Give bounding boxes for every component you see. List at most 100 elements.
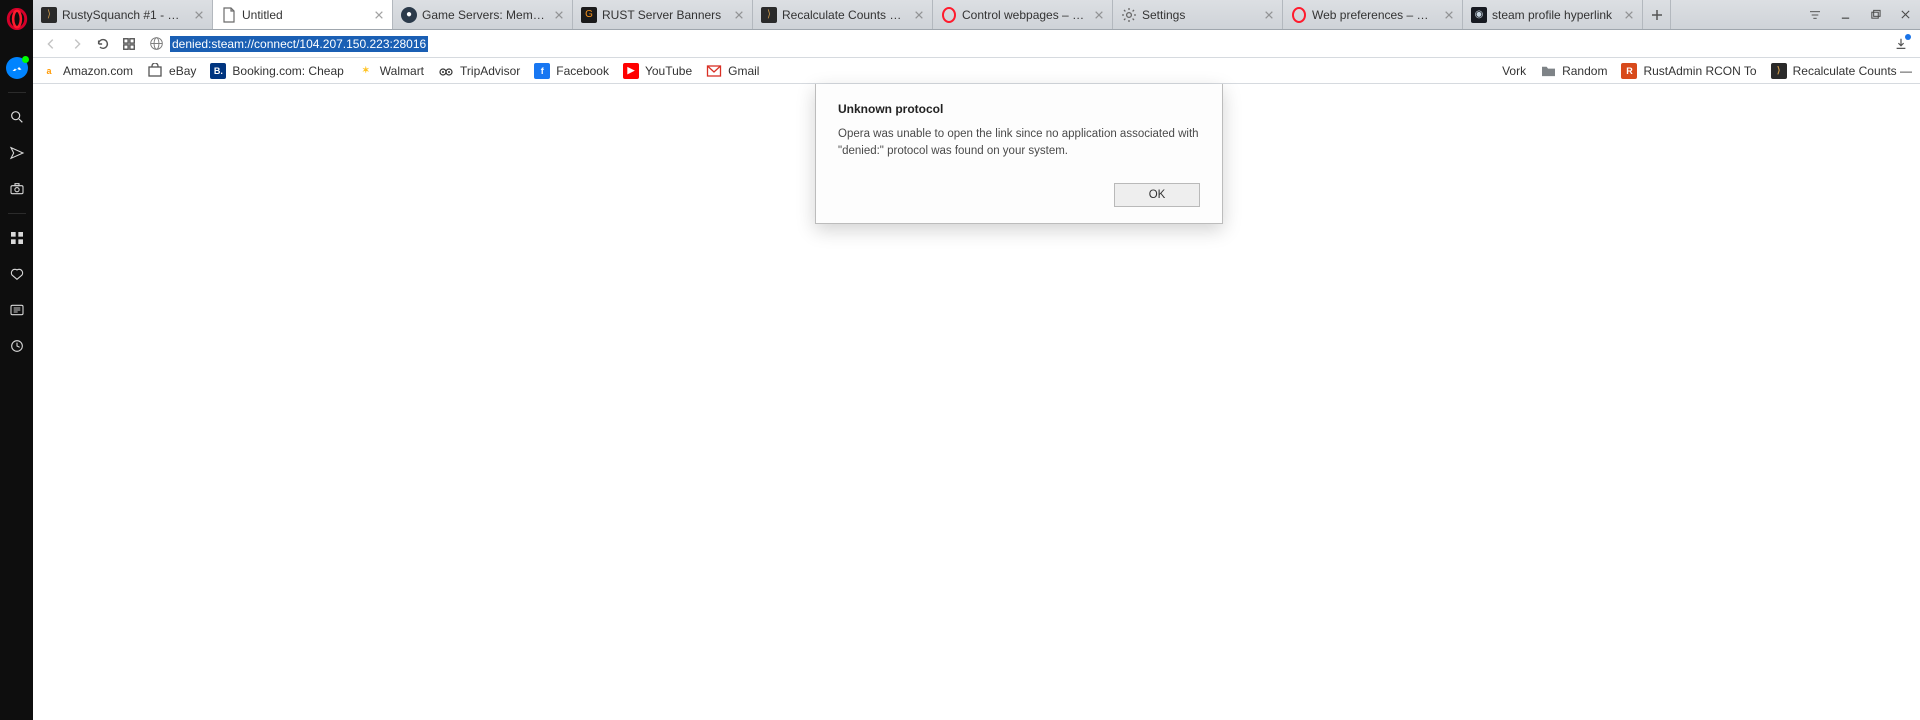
bookmark-booking[interactable]: B. Booking.com: Cheap (210, 63, 343, 79)
tab-game-servers[interactable]: ● Game Servers: Members (393, 0, 573, 29)
bookmarks-icon[interactable] (0, 256, 33, 292)
gear-icon (1121, 7, 1137, 23)
bookmark-facebook[interactable]: f Facebook (534, 63, 609, 79)
notification-dot-icon (1905, 34, 1911, 40)
favicon-icon: ⟩ (41, 7, 57, 23)
new-tab-button[interactable] (1643, 0, 1671, 29)
favicon-icon: ⟩ (1771, 63, 1787, 79)
tab-close-icon[interactable] (192, 8, 206, 22)
window-close-button[interactable] (1890, 0, 1920, 30)
easy-setup-icon[interactable] (1800, 0, 1830, 29)
amazon-icon: a (41, 63, 57, 79)
dialog-ok-button[interactable]: OK (1114, 183, 1200, 207)
tab-close-icon[interactable] (912, 8, 926, 22)
tab-rustysquanch[interactable]: ⟩ RustySquanch #1 - Serv (33, 0, 213, 29)
tab-close-icon[interactable] (1262, 8, 1276, 22)
downloads-button[interactable] (1888, 32, 1914, 56)
bookmark-label: Amazon.com (63, 64, 133, 78)
tab-control-webpages[interactable]: Control webpages – Ope (933, 0, 1113, 29)
history-icon[interactable] (0, 328, 33, 364)
window-minimize-button[interactable] (1830, 0, 1860, 30)
tab-close-icon[interactable] (372, 8, 386, 22)
tab-settings[interactable]: Settings (1113, 0, 1283, 29)
favicon-icon: ● (401, 7, 417, 23)
snapshot-icon[interactable] (0, 171, 33, 207)
address-bar: denied:steam://connect/104.207.150.223:2… (33, 30, 1920, 58)
bookmark-gmail[interactable]: Gmail (706, 63, 759, 79)
bookmark-recalc[interactable]: ⟩ Recalculate Counts — (1771, 63, 1912, 79)
tab-title: Game Servers: Members (422, 8, 547, 22)
tab-untitled[interactable]: Untitled (213, 0, 393, 29)
dialog-body: Opera was unable to open the link since … (838, 126, 1200, 159)
dialog-title: Unknown protocol (838, 102, 1200, 116)
protocol-error-dialog: Unknown protocol Opera was unable to ope… (815, 84, 1223, 224)
tab-close-icon[interactable] (1442, 8, 1456, 22)
opera-favicon-icon (941, 7, 957, 23)
window-maximize-button[interactable] (1860, 0, 1890, 30)
tab-title: Control webpages – Ope (962, 8, 1087, 22)
tab-title: Settings (1142, 8, 1257, 22)
sidebar-divider (8, 92, 26, 93)
globe-icon (149, 36, 164, 51)
gmail-icon (706, 63, 722, 79)
left-sidebar (0, 0, 33, 720)
url-text: denied:steam://connect/104.207.150.223:2… (170, 36, 428, 52)
forward-button[interactable] (65, 32, 89, 56)
bookmark-label: Facebook (556, 64, 609, 78)
folder-icon (1540, 63, 1556, 79)
speed-dial-icon[interactable] (0, 220, 33, 256)
bookmark-label: Gmail (728, 64, 759, 78)
bookmark-rustadmin[interactable]: R RustAdmin RCON To (1621, 63, 1756, 79)
bookmark-work-partial[interactable]: Vork (1502, 64, 1526, 78)
bookmark-label: RustAdmin RCON To (1643, 64, 1756, 78)
bookmark-label: Recalculate Counts — (1793, 64, 1912, 78)
bookmark-walmart[interactable]: ✶Walmart (358, 63, 424, 79)
tab-title: RUST Server Banners (602, 8, 727, 22)
tab-close-icon[interactable] (1092, 8, 1106, 22)
tab-strip: ⟩ RustySquanch #1 - Serv Untitled ● Game… (33, 0, 1920, 30)
youtube-icon: ▶ (623, 63, 639, 79)
reload-button[interactable] (91, 32, 115, 56)
speed-dial-button[interactable] (117, 32, 141, 56)
bookmark-ebay[interactable]: eBay (147, 63, 196, 79)
opera-favicon-icon (1291, 7, 1307, 23)
tab-title: steam profile hyperlink (1492, 8, 1617, 22)
favicon-icon: G (581, 7, 597, 23)
facebook-icon: f (534, 63, 550, 79)
booking-icon: B. (210, 63, 226, 79)
notification-dot-icon (22, 56, 29, 63)
page-content: Unknown protocol Opera was unable to ope… (33, 84, 1920, 720)
ebay-icon (147, 63, 163, 79)
news-icon[interactable] (0, 292, 33, 328)
tab-title: Untitled (242, 8, 367, 22)
personal-news-icon[interactable] (0, 135, 33, 171)
bookmark-youtube[interactable]: ▶ YouTube (623, 63, 692, 79)
rustadmin-icon: R (1621, 63, 1637, 79)
file-icon (221, 7, 237, 23)
bookmark-label: Vork (1502, 64, 1526, 78)
tab-close-icon[interactable] (732, 8, 746, 22)
tab-title: Web preferences – Oper (1312, 8, 1437, 22)
bookmark-label: Booking.com: Cheap (232, 64, 343, 78)
steam-favicon-icon: ◉ (1471, 7, 1487, 23)
bookmark-label: YouTube (645, 64, 692, 78)
tab-steam-profile[interactable]: ◉ steam profile hyperlink (1463, 0, 1643, 29)
opera-logo[interactable] (6, 8, 28, 30)
tab-rust-banners[interactable]: G RUST Server Banners (573, 0, 753, 29)
search-icon[interactable] (0, 99, 33, 135)
tab-close-icon[interactable] (1622, 8, 1636, 22)
tab-close-icon[interactable] (552, 8, 566, 22)
bookmark-folder-random[interactable]: Random (1540, 63, 1607, 79)
tab-title: Recalculate Counts — R (782, 8, 907, 22)
tab-web-preferences[interactable]: Web preferences – Oper (1283, 0, 1463, 29)
sidebar-divider (8, 213, 26, 214)
bookmark-label: eBay (169, 64, 196, 78)
tab-title: RustySquanch #1 - Serv (62, 8, 187, 22)
messenger-icon[interactable] (0, 50, 33, 86)
bookmark-amazon[interactable]: a Amazon.com (41, 63, 133, 79)
tab-recalc-counts[interactable]: ⟩ Recalculate Counts — R (753, 0, 933, 29)
url-input[interactable]: denied:steam://connect/104.207.150.223:2… (143, 33, 1886, 55)
bookmarks-bar: a Amazon.com eBay B. Booking.com: Cheap ✶W… (33, 58, 1920, 84)
back-button[interactable] (39, 32, 63, 56)
bookmark-tripadvisor[interactable]: TripAdvisor (438, 63, 520, 79)
